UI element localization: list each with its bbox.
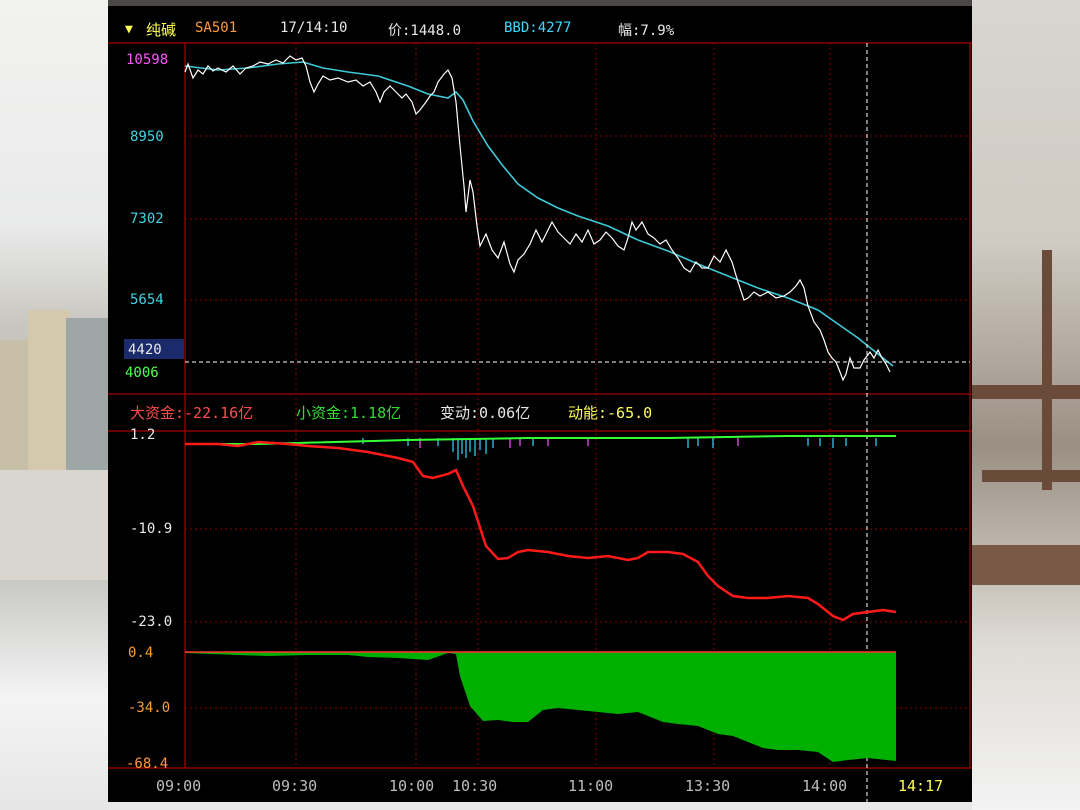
shelf (972, 385, 1080, 399)
flow-axis-label: -10.9 (130, 521, 173, 537)
time-axis-label: 14:00 (802, 777, 848, 795)
area-axis-label: -34.0 (128, 700, 171, 716)
flow-bars (362, 438, 877, 460)
flow-axis-label: -23.0 (130, 614, 173, 630)
price-axis-label: 10598 (126, 52, 169, 68)
price-axis-low-label: 4006 (125, 365, 159, 381)
time-axis-label: 10:30 (452, 777, 498, 795)
change-readout: 变动:0.06亿 (440, 404, 531, 422)
chart-screen[interactable]: ▼ 纯碱 SA501 17/14:10 价:1448.0 BBD:4277 幅:… (108, 6, 972, 802)
cursor-price-label: 4420 (128, 342, 162, 358)
small-funds-readout: 小资金:1.18亿 (296, 404, 402, 422)
time-axis-label: 13:30 (685, 777, 731, 795)
funds-area-fill (185, 652, 896, 762)
large-funds-readout: 大资金:-22.16亿 (130, 404, 254, 422)
building (0, 470, 108, 580)
price-axis-label: 5654 (130, 292, 164, 308)
price-axis-label: 7302 (130, 211, 164, 227)
area-axis-label: -68.4 (126, 756, 169, 772)
time-axis-label: 09:30 (272, 777, 318, 795)
momentum-readout: 动能:-65.0 (568, 404, 653, 422)
price-line (184, 55, 891, 382)
background-left (0, 0, 108, 810)
shelf (1042, 250, 1052, 490)
background-right (972, 0, 1080, 810)
shelf (972, 545, 1080, 585)
area-axis-label: 0.4 (128, 645, 154, 661)
time-axis-label: 10:00 (389, 777, 435, 795)
time-axis-label: 11:00 (568, 777, 614, 795)
small-funds-line (185, 435, 896, 445)
time-axis-label: 09:00 (156, 777, 202, 795)
background-bottom (108, 802, 972, 810)
cursor-time-label: 14:17 (898, 777, 944, 795)
price-axis-label: 8950 (130, 129, 164, 145)
large-funds-line (185, 440, 897, 622)
shelf (982, 470, 1080, 482)
average-price-line (184, 61, 894, 367)
flow-axis-label: 1.2 (130, 427, 156, 443)
